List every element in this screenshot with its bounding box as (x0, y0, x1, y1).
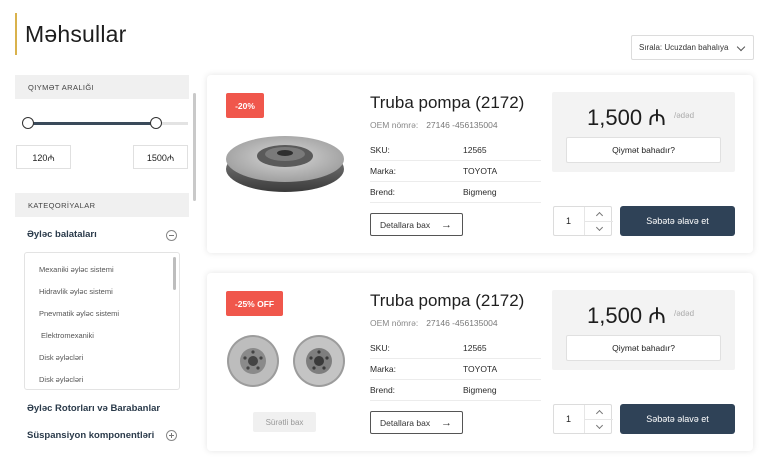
price-max-value: 1500₼ (146, 152, 175, 163)
subcategory-item[interactable]: Hidravlik əyləc sistemi (39, 287, 113, 296)
spec-row-marka: Marka: TOYOTA (370, 161, 541, 182)
spec-label: Brend: (370, 385, 396, 395)
subcategory-scrollbar[interactable] (173, 257, 176, 290)
chevron-up-icon[interactable] (585, 207, 613, 221)
categories-header: KATEQORİYALAR (15, 193, 189, 217)
spec-value: Bigmeng (463, 187, 497, 197)
brake-disc-image (227, 335, 279, 387)
add-to-cart-button[interactable]: Səbətə əlavə et (620, 206, 735, 236)
price-max-input[interactable]: 1500₼ (133, 145, 188, 169)
spec-label: SKU: (370, 145, 390, 155)
chevron-down-icon[interactable] (585, 221, 613, 235)
quantity-value[interactable]: 1 (566, 414, 571, 424)
product-title[interactable]: Truba pompa (2172) (370, 93, 524, 113)
categories-title: KATEQORİYALAR (28, 200, 96, 210)
add-to-cart-button[interactable]: Səbətə əlavə et (620, 404, 735, 434)
details-label: Detallara bax (380, 219, 431, 230)
spec-value: TOYOTA (463, 166, 498, 176)
subcategory-item[interactable]: Pnevmatik əyləc sistemi (39, 309, 119, 318)
spec-row-brend: Brend: Bigmeng (370, 380, 541, 401)
spec-value: TOYOTA (463, 364, 498, 374)
quick-view-button[interactable]: Sürətli bax (253, 412, 316, 432)
quantity-arrows (584, 207, 613, 235)
price-min-value: 120₼ (32, 152, 55, 163)
subcategory-item[interactable]: Disk əyləcləri (39, 375, 83, 384)
spec-label: SKU: (370, 343, 390, 353)
price-value: 1,500 ₼ (587, 105, 666, 130)
oem-value: 27146 -456135004 (426, 318, 498, 328)
price-range-title: QIYMƏT ARALIĞI (28, 82, 95, 92)
product-card: -20% Truba pompa (2172) OEM nömrə: 27146 … (207, 75, 753, 253)
chevron-down-icon (736, 42, 746, 52)
arrow-right-icon: → (441, 219, 452, 231)
spec-value: Bigmeng (463, 385, 497, 395)
oem-label: OEM nömrə: (370, 318, 419, 328)
details-button[interactable]: Detallara bax → (370, 411, 463, 434)
sort-dropdown[interactable]: Sırala: Ucuzdan bahalıya (631, 35, 754, 60)
page-title-block: Məhsullar (15, 13, 127, 55)
plus-circle-icon[interactable] (166, 430, 177, 441)
chevron-down-icon[interactable] (585, 419, 613, 433)
spec-row-sku: SKU: 12565 (370, 338, 541, 359)
chevron-up-icon[interactable] (585, 405, 613, 419)
price-range-min-handle[interactable] (22, 117, 34, 129)
spec-value: 12565 (463, 343, 487, 353)
spec-label: Marka: (370, 364, 396, 374)
sidebar-scrollbar[interactable] (193, 93, 196, 201)
price-unit: /ədəd (674, 309, 695, 318)
quantity-stepper[interactable]: 1 (553, 404, 613, 434)
brake-disc-image (226, 136, 344, 192)
page-title: Məhsullar (25, 21, 127, 47)
oem-number: OEM nömrə: 27146 -456135004 (370, 318, 498, 328)
spec-row-marka: Marka: TOYOTA (370, 359, 541, 380)
price-too-high-button[interactable]: Qiymət bahadır? (566, 137, 721, 163)
price-panel: 1,500 ₼ /ədəd Qiymət bahadır? (552, 92, 735, 172)
sort-label: Sırala: Ucuzdan bahalıya (639, 43, 729, 52)
price-value: 1,500 ₼ (587, 303, 666, 328)
spec-row-sku: SKU: 12565 (370, 140, 541, 161)
spec-label: Brend: (370, 187, 396, 197)
price-too-high-button[interactable]: Qiymət bahadır? (566, 335, 721, 361)
price-unit: /ədəd (674, 111, 695, 120)
details-label: Detallara bax (380, 417, 431, 428)
quantity-arrows (584, 405, 613, 433)
price-panel: 1,500 ₼ /ədəd Qiymət bahadır? (552, 290, 735, 370)
category-brake-pads[interactable]: Əyləc balataları (27, 229, 97, 240)
subcategory-item[interactable]: Disk əyləcləri (39, 353, 83, 362)
price-range-header: QIYMƏT ARALIĞI (15, 75, 189, 99)
discount-badge: -20% (226, 93, 264, 118)
price-range-fill (28, 122, 156, 125)
category-rotors-drums[interactable]: Əyləc Rotorları və Barabanlar (27, 403, 160, 414)
details-button[interactable]: Detallara bax → (370, 213, 463, 236)
oem-number: OEM nömrə: 27146 -456135004 (370, 120, 498, 130)
subcategory-list: Mexaniki əyləc sistemi Hidravlik əyləc s… (24, 252, 180, 390)
price-min-input[interactable]: 120₼ (16, 145, 71, 169)
spec-label: Marka: (370, 166, 396, 176)
arrow-right-icon: → (441, 417, 452, 429)
subcategory-item[interactable]: Elektromexaniki (41, 331, 94, 340)
quantity-stepper[interactable]: 1 (553, 206, 613, 236)
product-card: -25% OFF Sürətli bax Truba pompa (2172) … (207, 273, 753, 451)
spec-value: 12565 (463, 145, 487, 155)
oem-value: 27146 -456135004 (426, 120, 498, 130)
quantity-value[interactable]: 1 (566, 216, 571, 226)
subcategory-item[interactable]: Mexaniki əyləc sistemi (39, 265, 114, 274)
oem-label: OEM nömrə: (370, 120, 419, 130)
product-title[interactable]: Truba pompa (2172) (370, 291, 524, 311)
spec-row-brend: Brend: Bigmeng (370, 182, 541, 203)
price-range-max-handle[interactable] (150, 117, 162, 129)
minus-circle-icon[interactable] (166, 230, 177, 241)
discount-badge: -25% OFF (226, 291, 283, 316)
category-suspension[interactable]: Süspansiyon komponentləri (27, 430, 154, 441)
brake-disc-image (293, 335, 345, 387)
